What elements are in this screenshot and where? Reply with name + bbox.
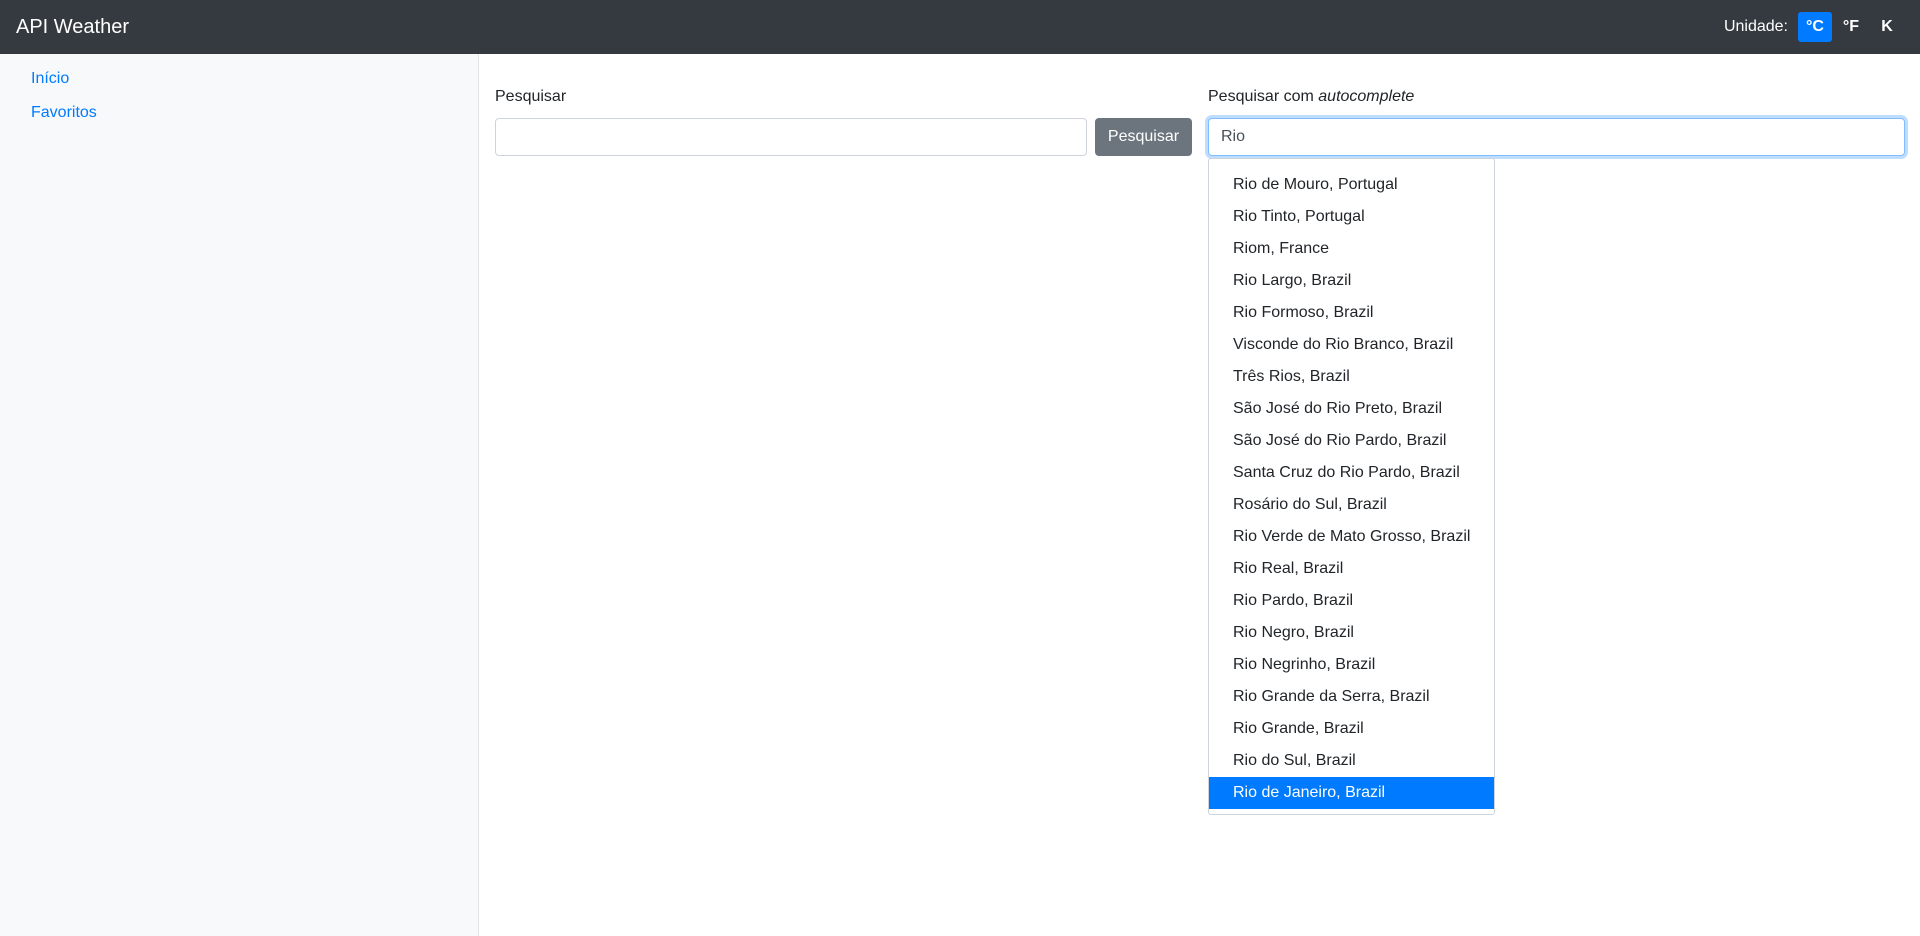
unit-kelvin-button[interactable]: K: [1870, 12, 1904, 42]
autocomplete-label-emphasis: autocomplete: [1318, 88, 1415, 105]
suggestion-item[interactable]: Rio Grande da Serra, Brazil: [1209, 681, 1494, 713]
search-button[interactable]: Pesquisar: [1095, 118, 1192, 156]
suggestion-item[interactable]: Rio Grande, Brazil: [1209, 713, 1494, 745]
sidebar-item-favoritos[interactable]: Favoritos: [0, 96, 478, 130]
suggestion-item[interactable]: Rio Verde de Mato Grosso, Brazil: [1209, 521, 1494, 553]
suggestion-item[interactable]: Três Rios, Brazil: [1209, 361, 1494, 393]
suggestion-item[interactable]: Rio Largo, Brazil: [1209, 265, 1494, 297]
suggestion-item[interactable]: Rio Negrinho, Brazil: [1209, 649, 1494, 681]
suggestion-item[interactable]: Rio de Janeiro, Brazil: [1209, 777, 1494, 809]
autocomplete-suggestions: Rio de Mouro, Portugal Rio Tinto, Portuga…: [1208, 158, 1495, 815]
suggestion-item[interactable]: São José do Rio Pardo, Brazil: [1209, 425, 1494, 457]
suggestion-item[interactable]: São José do Rio Preto, Brazil: [1209, 393, 1494, 425]
suggestion-item[interactable]: Rio do Sul, Brazil: [1209, 745, 1494, 777]
suggestion-item[interactable]: Rio de Mouro, Portugal: [1209, 169, 1494, 201]
suggestion-item[interactable]: Rio Real, Brazil: [1209, 553, 1494, 585]
search-input[interactable]: [495, 118, 1087, 156]
suggestion-item[interactable]: Visconde do Rio Branco, Brazil: [1209, 329, 1494, 361]
suggestion-item[interactable]: Rio Negro, Brazil: [1209, 617, 1494, 649]
suggestion-item[interactable]: Santa Cruz do Rio Pardo, Brazil: [1209, 457, 1494, 489]
autocomplete-input[interactable]: Rio: [1208, 118, 1905, 156]
unit-celsius-button[interactable]: °C: [1798, 12, 1832, 42]
sidebar: Início Favoritos: [0, 54, 479, 936]
suggestion-item[interactable]: Rosário do Sul, Brazil: [1209, 489, 1494, 521]
suggestion-item[interactable]: Rio Tinto, Portugal: [1209, 201, 1494, 233]
search-label: Pesquisar: [495, 88, 567, 105]
sidebar-item-inicio[interactable]: Início: [0, 62, 478, 96]
suggestion-item[interactable]: Rio Pardo, Brazil: [1209, 585, 1494, 617]
unit-selector: Unidade: °C °F K: [1724, 12, 1904, 42]
autocomplete-label-text: Pesquisar com: [1208, 88, 1319, 105]
suggestion-item[interactable]: Riom, France: [1209, 233, 1494, 265]
autocomplete-label: Pesquisar com autocomplete: [1208, 88, 1414, 106]
unit-fahrenheit-button[interactable]: °F: [1834, 12, 1868, 42]
main-content: Pesquisar Pesquisar Pesquisar com autoco…: [479, 54, 1920, 936]
units-label: Unidade:: [1723, 18, 1788, 35]
suggestion-item[interactable]: Rio Formoso, Brazil: [1209, 297, 1494, 329]
app-brand[interactable]: API Weather: [16, 16, 129, 39]
top-navbar: API Weather Unidade: °C °F K: [0, 0, 1920, 54]
